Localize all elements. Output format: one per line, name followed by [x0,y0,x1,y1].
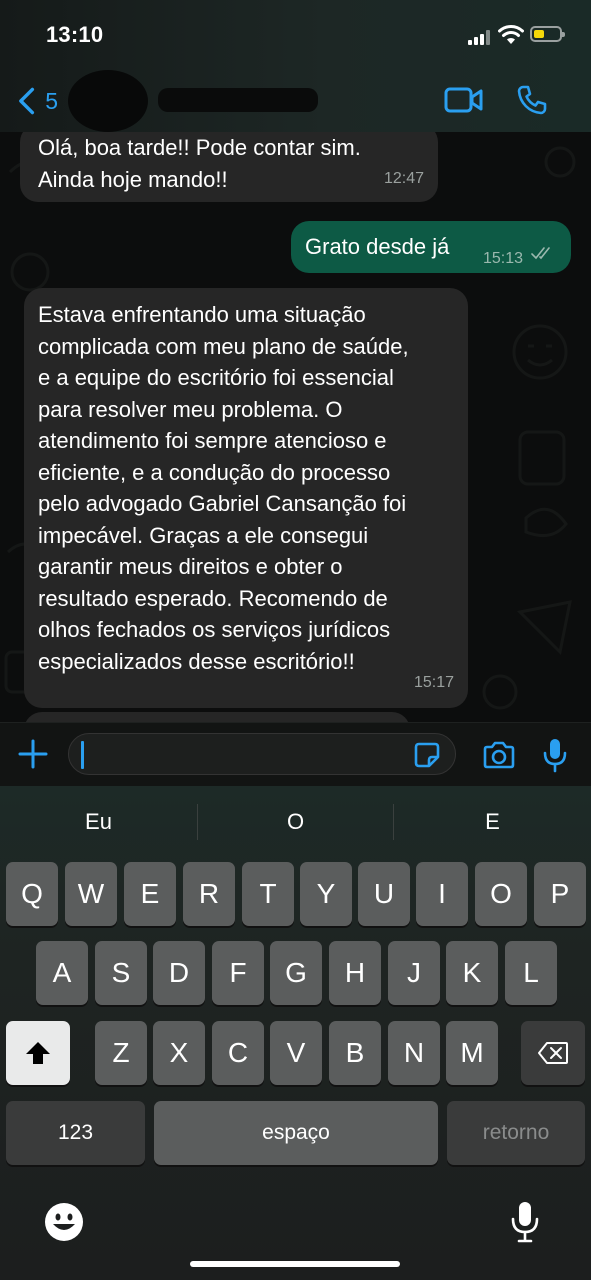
shift-key[interactable] [6,1021,70,1085]
return-key[interactable]: retorno [447,1101,585,1165]
message-line: resultado esperado. Recomendo de [38,585,388,611]
message-time: 12:47 [383,169,424,187]
attach-plus-icon[interactable] [18,739,48,769]
message-bubble-incoming[interactable]: Olá, boa tarde!! Pode contar sim. Ainda … [20,132,438,202]
chat-area[interactable]: Olá, boa tarde!! Pode contar sim. Ainda … [0,132,591,722]
key-y[interactable]: Y [300,862,352,926]
key-i[interactable]: I [416,862,468,926]
message-text: Olá, boa tarde!! Pode contar sim. Ainda … [38,132,361,195]
cellular-signal-icon [468,30,490,45]
chat-header: 13:10 5 [0,0,591,132]
key-e[interactable]: E [124,862,176,926]
message-line: e a equipe do escritório foi essencial [38,365,394,390]
message-bubble-incoming-partial[interactable] [24,712,410,722]
key-d[interactable]: D [153,941,205,1005]
phone-call-icon[interactable] [516,84,548,116]
message-text: Grato desde já [305,234,450,259]
suggestion-3[interactable]: E [394,786,591,858]
key-h[interactable]: H [329,941,381,1005]
key-u[interactable]: U [358,862,410,926]
key-n[interactable]: N [388,1021,440,1085]
space-key[interactable]: espaço [154,1101,438,1165]
key-q[interactable]: Q [6,862,58,926]
dictation-mic-icon[interactable] [510,1200,540,1244]
backspace-icon [538,1042,568,1064]
message-line: impecável. Graças a ele consegui [38,522,369,548]
message-line: complicada com meu plano de saúde, [38,333,409,359]
microphone-icon[interactable] [542,737,568,773]
key-k[interactable]: K [446,941,498,1005]
message-line: Estava enfrentando uma situação [38,302,366,327]
text-caret [81,741,84,769]
message-line: especializados desse escritório!! [38,648,355,674]
message-time: 15:13 [482,250,523,267]
message-line: Olá, boa tarde!! Pode contar sim. [38,135,361,160]
suggestion-1[interactable]: Eu [0,786,197,858]
contact-name-redacted[interactable] [158,88,318,112]
key-a[interactable]: A [36,941,88,1005]
camera-icon[interactable] [482,741,516,769]
emoji-icon[interactable] [44,1202,84,1242]
key-s[interactable]: S [95,941,147,1005]
message-line: Ainda hoje mando!! [38,166,228,192]
message-input[interactable] [81,739,405,771]
message-bubble-incoming[interactable]: Estava enfrentando uma situação complica… [24,288,468,708]
wifi-icon [498,25,524,44]
message-bubble-outgoing[interactable]: Grato desde já 15:13 [291,221,571,273]
message-line: pelo advogado Gabriel Cansanção foi [38,491,407,516]
message-line: para resolver meu problema. O [38,396,343,422]
key-b[interactable]: B [329,1021,381,1085]
key-l[interactable]: L [505,941,557,1005]
home-indicator[interactable] [190,1261,400,1267]
sticker-icon[interactable] [413,741,441,769]
key-t[interactable]: T [242,862,294,926]
message-line: garantir meus direitos e obter o [38,554,343,579]
key-j[interactable]: J [388,941,440,1005]
key-p[interactable]: P [534,862,586,926]
chevron-left-icon [19,87,35,115]
message-line: olhos fechados os serviços jurídicos [38,617,391,642]
key-o[interactable]: O [475,862,527,926]
key-z[interactable]: Z [95,1021,147,1085]
key-v[interactable]: V [270,1021,322,1085]
key-r[interactable]: R [183,862,235,926]
contact-avatar[interactable] [68,70,148,132]
message-line: atendimento foi sempre atencioso e [38,428,387,453]
key-m[interactable]: M [446,1021,498,1085]
message-text: Estava enfrentando uma situação complica… [38,299,409,677]
status-time: 13:10 [46,22,104,47]
unread-count: 5 [45,87,58,114]
shift-arrow-icon [26,1042,50,1064]
numbers-key[interactable]: 123 [6,1101,145,1165]
read-receipt-icon [531,247,550,260]
suggestion-2[interactable]: O [198,786,393,858]
key-w[interactable]: W [65,862,117,926]
message-field[interactable] [68,733,456,775]
key-x[interactable]: X [153,1021,205,1085]
message-line: eficiente, e a condução do processo [38,459,391,485]
key-g[interactable]: G [270,941,322,1005]
video-call-icon[interactable] [444,86,484,114]
message-time: 15:17 [413,673,454,691]
key-c[interactable]: C [212,1021,264,1085]
key-f[interactable]: F [212,941,264,1005]
keyboard: Eu O E Q W E R T Y U I O P A S D F G H J… [0,786,591,1280]
back-button[interactable]: 5 [16,84,58,118]
message-input-bar [0,722,591,787]
backspace-key[interactable] [521,1021,585,1085]
battery-icon [530,26,565,42]
